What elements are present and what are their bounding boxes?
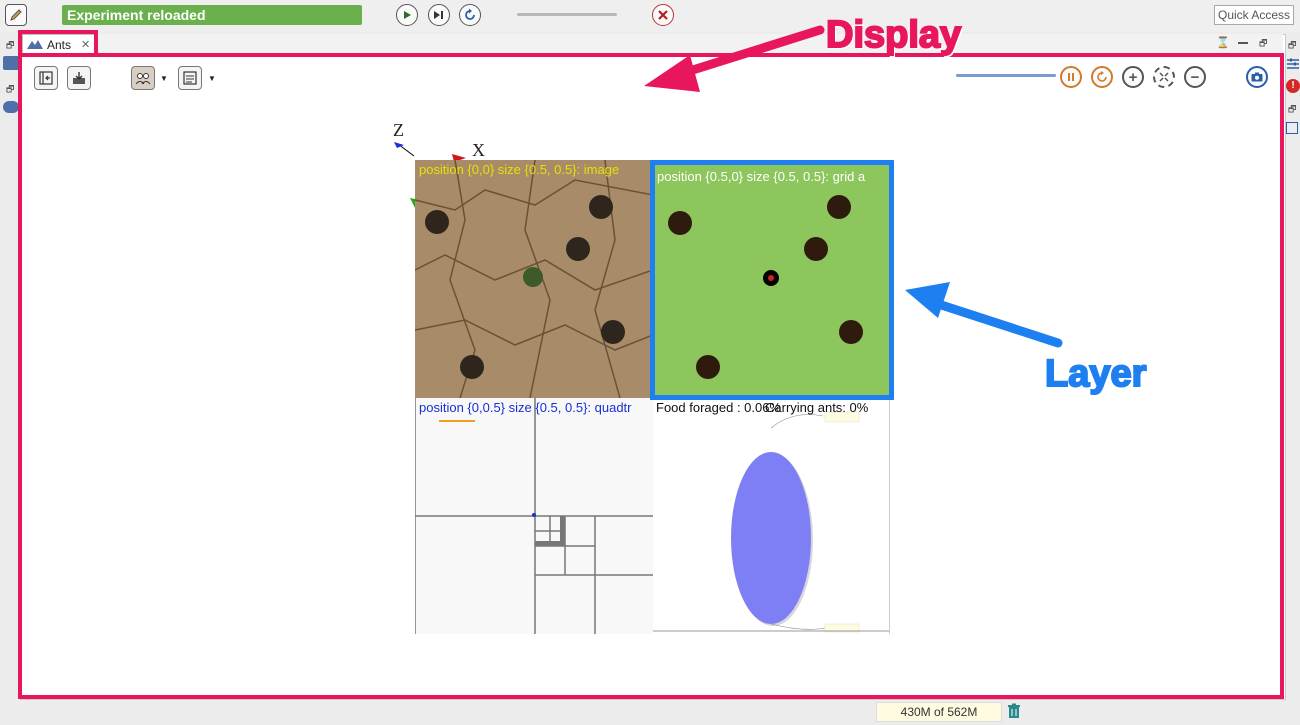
memory-indicator: 430M of 562M bbox=[876, 702, 1002, 722]
display-callout: Display bbox=[825, 13, 962, 57]
trash-icon[interactable] bbox=[1007, 703, 1021, 722]
layer-callout: Layer bbox=[1044, 352, 1147, 396]
